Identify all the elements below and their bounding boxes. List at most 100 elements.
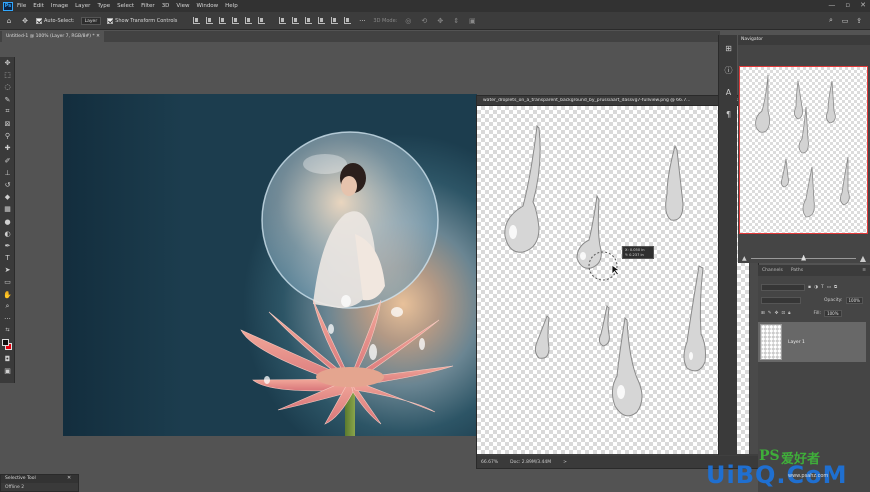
quick-mask-icon[interactable]: ◘ [0, 353, 15, 365]
tab-channels[interactable]: Channels [762, 268, 783, 273]
quick-select-tool-icon[interactable]: ✎ [0, 94, 15, 106]
blur-tool-icon[interactable]: ● [0, 215, 15, 227]
document-canvas[interactable] [63, 94, 477, 436]
menu-layer[interactable]: Layer [75, 3, 90, 9]
healing-brush-tool-icon[interactable]: ✚ [0, 142, 15, 154]
transparent-image-canvas[interactable] [477, 106, 749, 454]
zoom-tool-icon[interactable]: ⌕ [0, 301, 15, 313]
auto-select-target[interactable]: Layer [80, 16, 102, 25]
scale-3d-icon[interactable]: ▣ [467, 16, 477, 25]
move-tool-icon[interactable]: ✥ [0, 57, 15, 69]
close-icon[interactable]: ✕ [860, 1, 866, 9]
lasso-tool-icon[interactable]: ◌ [0, 81, 15, 93]
eraser-tool-icon[interactable]: ◆ [0, 191, 15, 203]
lock-position-icon[interactable]: ✎ [768, 311, 772, 316]
floating-document-window[interactable]: water_droplets_on_a_transparent_backgrou… [476, 95, 759, 469]
transform-controls-checkbox[interactable]: Show Transform Controls [107, 17, 177, 24]
menu-type[interactable]: Type [97, 3, 110, 9]
more-tools-icon[interactable]: ··· [0, 313, 15, 325]
status-arrow-icon[interactable]: > [563, 460, 567, 465]
frame-tool-icon[interactable]: ⊠ [0, 118, 15, 130]
pen-tool-icon[interactable]: ✒ [0, 240, 15, 252]
foreground-color-swatch[interactable] [2, 339, 9, 346]
menu-3d[interactable]: 3D [162, 3, 170, 9]
auto-select-checkbox[interactable]: Auto-Select: [36, 17, 75, 24]
opacity-input[interactable]: 100% [845, 296, 863, 304]
distribute-right-icon[interactable] [344, 17, 352, 24]
align-top-icon[interactable] [193, 17, 201, 24]
distribute-center-icon[interactable] [331, 17, 339, 24]
path-selection-tool-icon[interactable]: ➤ [0, 264, 15, 276]
lock-pixels-icon[interactable]: ⊞ [761, 311, 765, 316]
type-tool-icon[interactable]: T [0, 252, 15, 264]
rectangle-tool-icon[interactable]: ▭ [0, 276, 15, 288]
filter-shape-icon[interactable]: ▭ [827, 285, 831, 290]
minimize-icon[interactable]: — [828, 1, 835, 9]
eyedropper-tool-icon[interactable]: ⚲ [0, 130, 15, 142]
zoom-out-icon[interactable]: ▲ [742, 255, 747, 262]
crop-tool-icon[interactable]: ⌗ [0, 106, 15, 118]
brush-tool-icon[interactable]: ✐ [0, 155, 15, 167]
history-brush-tool-icon[interactable]: ↺ [0, 179, 15, 191]
distribute-middle-icon[interactable] [292, 17, 300, 24]
filter-type-icon[interactable]: T [821, 285, 824, 290]
paragraph-icon[interactable]: ¶ [719, 103, 738, 125]
zoom-slider-handle[interactable] [801, 254, 807, 261]
align-center-icon[interactable] [245, 17, 253, 24]
fill-input[interactable]: 100% [824, 309, 842, 317]
search-icon[interactable]: ⌕ [826, 16, 836, 25]
orbit-3d-icon[interactable]: ◎ [403, 16, 413, 25]
clone-stamp-tool-icon[interactable]: ⊥ [0, 167, 15, 179]
roll-3d-icon[interactable]: ⟲ [419, 16, 429, 25]
lock-move-icon[interactable]: ✥ [775, 311, 779, 316]
close-icon[interactable]: ✕ [67, 475, 71, 481]
align-middle-icon[interactable] [206, 17, 214, 24]
layer-filter-select[interactable] [761, 283, 805, 291]
selective-tool-item[interactable]: Offline 2 [1, 484, 78, 492]
distribute-bottom-icon[interactable] [305, 17, 313, 24]
info-icon[interactable]: ⓘ [719, 59, 738, 81]
menu-file[interactable]: File [17, 3, 26, 9]
panel-menu-icon[interactable]: ≡ [862, 268, 866, 273]
menu-view[interactable]: View [176, 3, 189, 9]
align-right-icon[interactable] [258, 17, 266, 24]
lock-all-icon[interactable]: 🔒︎ [788, 310, 790, 316]
gradient-tool-icon[interactable]: ▦ [0, 203, 15, 215]
workspace-icon[interactable]: ▭ [840, 16, 850, 25]
navigator-title[interactable]: Navigator [738, 35, 870, 45]
menu-edit[interactable]: Edit [33, 3, 44, 9]
share-icon[interactable]: ⇪ [854, 16, 864, 25]
filter-pixel-icon[interactable]: ▪ [808, 285, 811, 290]
close-tab-icon[interactable]: ✕ [96, 34, 100, 39]
filter-adjust-icon[interactable]: ◑ [814, 285, 818, 290]
character-icon[interactable]: A [719, 81, 738, 103]
layer-row[interactable]: Layer 1 [758, 322, 866, 362]
distribute-left-icon[interactable] [318, 17, 326, 24]
dodge-tool-icon[interactable]: ◐ [0, 228, 15, 240]
more-options-icon[interactable]: ··· [357, 16, 367, 25]
lock-artboard-icon[interactable]: ⊡ [781, 311, 785, 316]
home-icon[interactable]: ⌂ [4, 16, 14, 25]
history-icon[interactable]: ⊞ [719, 37, 738, 59]
document-tab[interactable]: Untitled-1 @ 100% (Layer 7, RGB/8#) * ✕ [2, 31, 104, 42]
align-bottom-icon[interactable] [219, 17, 227, 24]
hand-tool-icon[interactable]: ✋ [0, 289, 15, 301]
menu-select[interactable]: Select [117, 3, 134, 9]
align-left-icon[interactable] [232, 17, 240, 24]
slide-3d-icon[interactable]: ⇕ [451, 16, 461, 25]
maximize-icon[interactable]: ▫ [845, 1, 850, 9]
layer-name[interactable]: Layer 1 [788, 340, 805, 345]
pan-3d-icon[interactable]: ✥ [435, 16, 445, 25]
filter-smart-icon[interactable]: ⧉ [834, 284, 837, 290]
menu-window[interactable]: Window [196, 3, 218, 9]
move-tool-icon[interactable]: ✥ [20, 16, 30, 25]
marquee-tool-icon[interactable]: ⬚ [0, 69, 15, 81]
zoom-level[interactable]: 66.67% [481, 460, 498, 465]
zoom-in-icon[interactable]: ▲ [860, 254, 866, 263]
menu-image[interactable]: Image [51, 3, 68, 9]
blend-mode-select[interactable] [761, 296, 801, 304]
tab-paths[interactable]: Paths [791, 268, 803, 273]
navigator-preview[interactable] [739, 66, 868, 234]
navigator-zoom-slider[interactable] [750, 254, 856, 261]
floating-window-titlebar[interactable]: water_droplets_on_a_transparent_backgrou… [477, 96, 758, 106]
